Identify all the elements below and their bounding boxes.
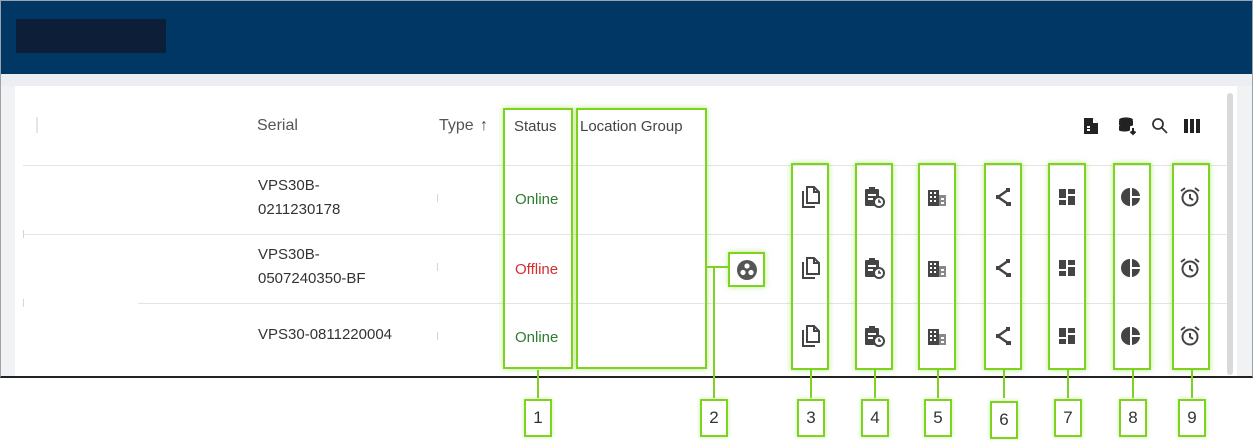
status-column-highlight bbox=[503, 108, 573, 369]
app-logo bbox=[16, 19, 166, 53]
location-group-button[interactable] bbox=[728, 252, 765, 287]
row-divider-tick bbox=[23, 230, 24, 238]
table-scrollbar[interactable] bbox=[1227, 93, 1233, 375]
callout-number: 8 bbox=[1119, 399, 1147, 437]
schedule-clipboard-icon[interactable] bbox=[862, 256, 886, 280]
alarm-clock-icon[interactable] bbox=[1178, 324, 1202, 348]
share-icon[interactable] bbox=[991, 256, 1015, 280]
copy-icon[interactable] bbox=[799, 185, 823, 209]
column-divider bbox=[36, 117, 38, 133]
pie-chart-icon[interactable] bbox=[1119, 185, 1143, 209]
callout-line bbox=[874, 370, 876, 398]
header-type[interactable]: Type bbox=[439, 117, 474, 135]
callout-line bbox=[937, 370, 939, 398]
callout-line bbox=[706, 266, 728, 268]
dashboard-icon[interactable] bbox=[1055, 324, 1079, 348]
callout-number: 4 bbox=[861, 399, 889, 437]
share-icon[interactable] bbox=[991, 324, 1015, 348]
schedule-clipboard-icon[interactable] bbox=[862, 324, 886, 348]
serial-line: 0507240350-BF bbox=[258, 270, 366, 287]
callout-number: 2 bbox=[700, 399, 728, 437]
top-header-bar bbox=[1, 1, 1252, 74]
alarm-clock-icon[interactable] bbox=[1178, 185, 1202, 209]
callout-line bbox=[1003, 370, 1005, 398]
content-strip bbox=[1, 74, 1252, 86]
callout-number: 1 bbox=[524, 399, 552, 437]
cell-divider bbox=[437, 194, 438, 202]
table-row-serial: VPS30B- 0507240350-BF bbox=[258, 243, 366, 291]
callout-number: 7 bbox=[1054, 399, 1082, 437]
callout-line bbox=[713, 266, 715, 398]
callout-number: 6 bbox=[990, 401, 1018, 439]
cell-divider bbox=[437, 263, 438, 271]
schedule-clipboard-icon[interactable] bbox=[862, 185, 886, 209]
callout-line bbox=[1067, 370, 1069, 398]
callout-number: 5 bbox=[924, 399, 952, 437]
copy-icon[interactable] bbox=[799, 324, 823, 348]
callout-number: 3 bbox=[797, 399, 825, 437]
callout-number: 9 bbox=[1178, 399, 1206, 437]
pie-chart-icon[interactable] bbox=[1119, 324, 1143, 348]
callout-line bbox=[810, 370, 812, 398]
building-icon[interactable] bbox=[925, 256, 949, 280]
header-serial[interactable]: Serial bbox=[257, 117, 298, 135]
dashboard-icon[interactable] bbox=[1055, 256, 1079, 280]
dashboard-icon[interactable] bbox=[1055, 185, 1079, 209]
serial-line: VPS30B- bbox=[258, 177, 320, 194]
serial-line: VPS30-0811220004 bbox=[258, 326, 393, 343]
callout-line bbox=[537, 370, 539, 398]
serial-line: VPS30B- bbox=[258, 246, 320, 263]
copy-icon[interactable] bbox=[799, 256, 823, 280]
building-icon[interactable] bbox=[925, 324, 949, 348]
building-icon[interactable] bbox=[925, 185, 949, 209]
view-columns-icon[interactable] bbox=[1181, 114, 1203, 138]
alarm-clock-icon[interactable] bbox=[1178, 256, 1202, 280]
pie-chart-icon[interactable] bbox=[1119, 256, 1143, 280]
arrow-up-icon[interactable]: ↑ bbox=[480, 117, 488, 135]
callout-line bbox=[1191, 370, 1193, 398]
share-icon[interactable] bbox=[991, 185, 1015, 209]
location-group-column-highlight bbox=[576, 108, 707, 369]
search-icon[interactable] bbox=[1149, 114, 1171, 138]
callout-line bbox=[1132, 370, 1134, 398]
database-export-icon[interactable] bbox=[1117, 114, 1139, 138]
export-file-icon[interactable] bbox=[1080, 114, 1102, 138]
table-row-serial: VPS30B- 0211230178 bbox=[258, 174, 340, 222]
cell-divider bbox=[437, 332, 438, 340]
serial-line: 0211230178 bbox=[258, 201, 341, 218]
table-row-serial: VPS30-0811220004 bbox=[258, 323, 392, 347]
row-divider-tick bbox=[23, 299, 24, 307]
